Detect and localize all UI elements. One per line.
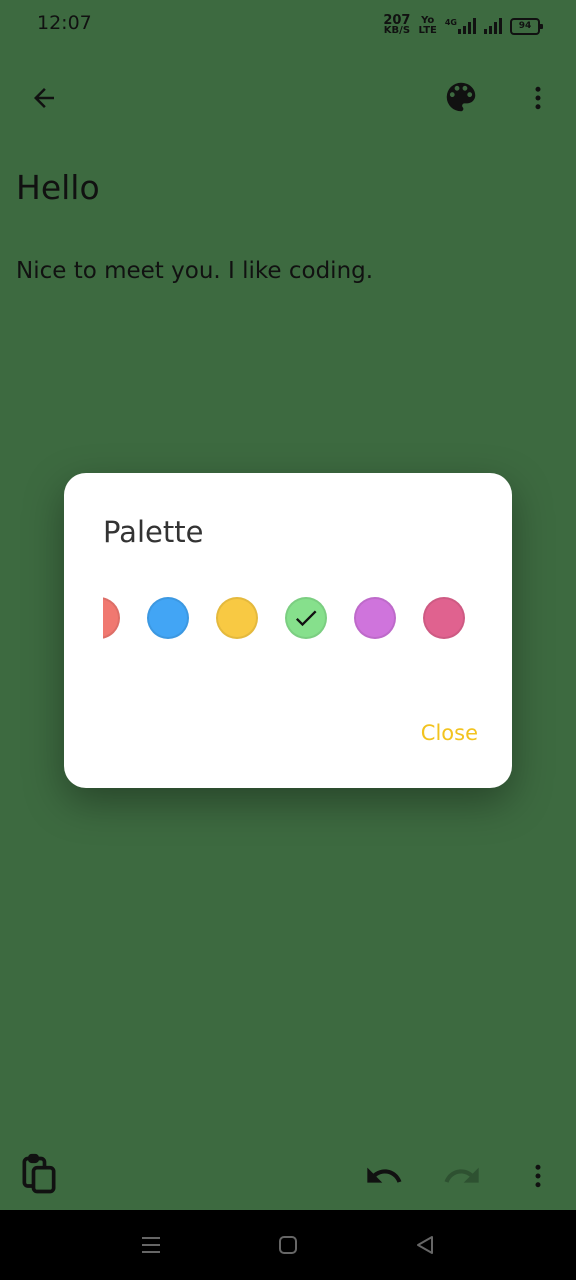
- more-vertical-icon: [535, 1164, 541, 1188]
- undo-icon: [367, 1167, 402, 1183]
- color-swatch[interactable]: [423, 597, 465, 639]
- undo-button[interactable]: [362, 1154, 406, 1198]
- back-triangle-icon: [417, 1236, 433, 1254]
- check-icon: [295, 610, 317, 627]
- menu-icon: [142, 1237, 160, 1253]
- palette-button[interactable]: [440, 76, 482, 118]
- battery-icon: 94: [510, 17, 543, 35]
- copy-icon: [22, 1153, 56, 1194]
- status-time: 12:07: [37, 12, 92, 34]
- color-swatch[interactable]: [103, 597, 120, 639]
- status-bar: 12:07 207 KB/S Yo LTE 4G 94: [0, 0, 576, 52]
- color-swatch[interactable]: [354, 597, 396, 639]
- palette-icon: [446, 82, 476, 112]
- color-swatch-list[interactable]: [103, 597, 473, 643]
- more-options-bottom-button[interactable]: [520, 1154, 556, 1198]
- system-nav-bar: [0, 1210, 576, 1280]
- signal-icon: [484, 18, 502, 34]
- copy-button[interactable]: [14, 1150, 64, 1200]
- close-button[interactable]: Close: [421, 721, 478, 745]
- nav-menu-button[interactable]: [138, 1232, 164, 1258]
- home-icon: [279, 1236, 297, 1254]
- color-swatch-selected[interactable]: [285, 597, 327, 639]
- more-vertical-icon: [535, 86, 541, 110]
- dialog-title: Palette: [103, 515, 204, 549]
- color-swatch[interactable]: [216, 597, 258, 639]
- redo-button[interactable]: [440, 1154, 484, 1198]
- volte-bottom: LTE: [418, 25, 437, 36]
- nav-home-button[interactable]: [275, 1232, 301, 1258]
- note-title[interactable]: Hello: [16, 168, 100, 207]
- redo-icon: [444, 1167, 479, 1183]
- back-button[interactable]: [24, 78, 64, 118]
- volte-icon: Yo LTE: [418, 16, 436, 36]
- network-speed-unit: KB/S: [383, 25, 411, 36]
- bottom-toolbar: [0, 1140, 576, 1208]
- arrow-back-icon: [34, 88, 54, 108]
- signal-4g-icon: 4G: [445, 18, 476, 34]
- note-body[interactable]: Nice to meet you. I like coding.: [16, 258, 373, 284]
- palette-dialog: Palette Close: [64, 473, 512, 788]
- status-icons: 207 KB/S Yo LTE 4G 94: [383, 14, 543, 38]
- app-bar: [0, 60, 576, 132]
- network-speed: 207 KB/S: [383, 14, 411, 36]
- network-type: 4G: [444, 18, 457, 27]
- nav-back-button[interactable]: [412, 1232, 438, 1258]
- color-swatch[interactable]: [147, 597, 189, 639]
- more-options-button[interactable]: [520, 78, 556, 118]
